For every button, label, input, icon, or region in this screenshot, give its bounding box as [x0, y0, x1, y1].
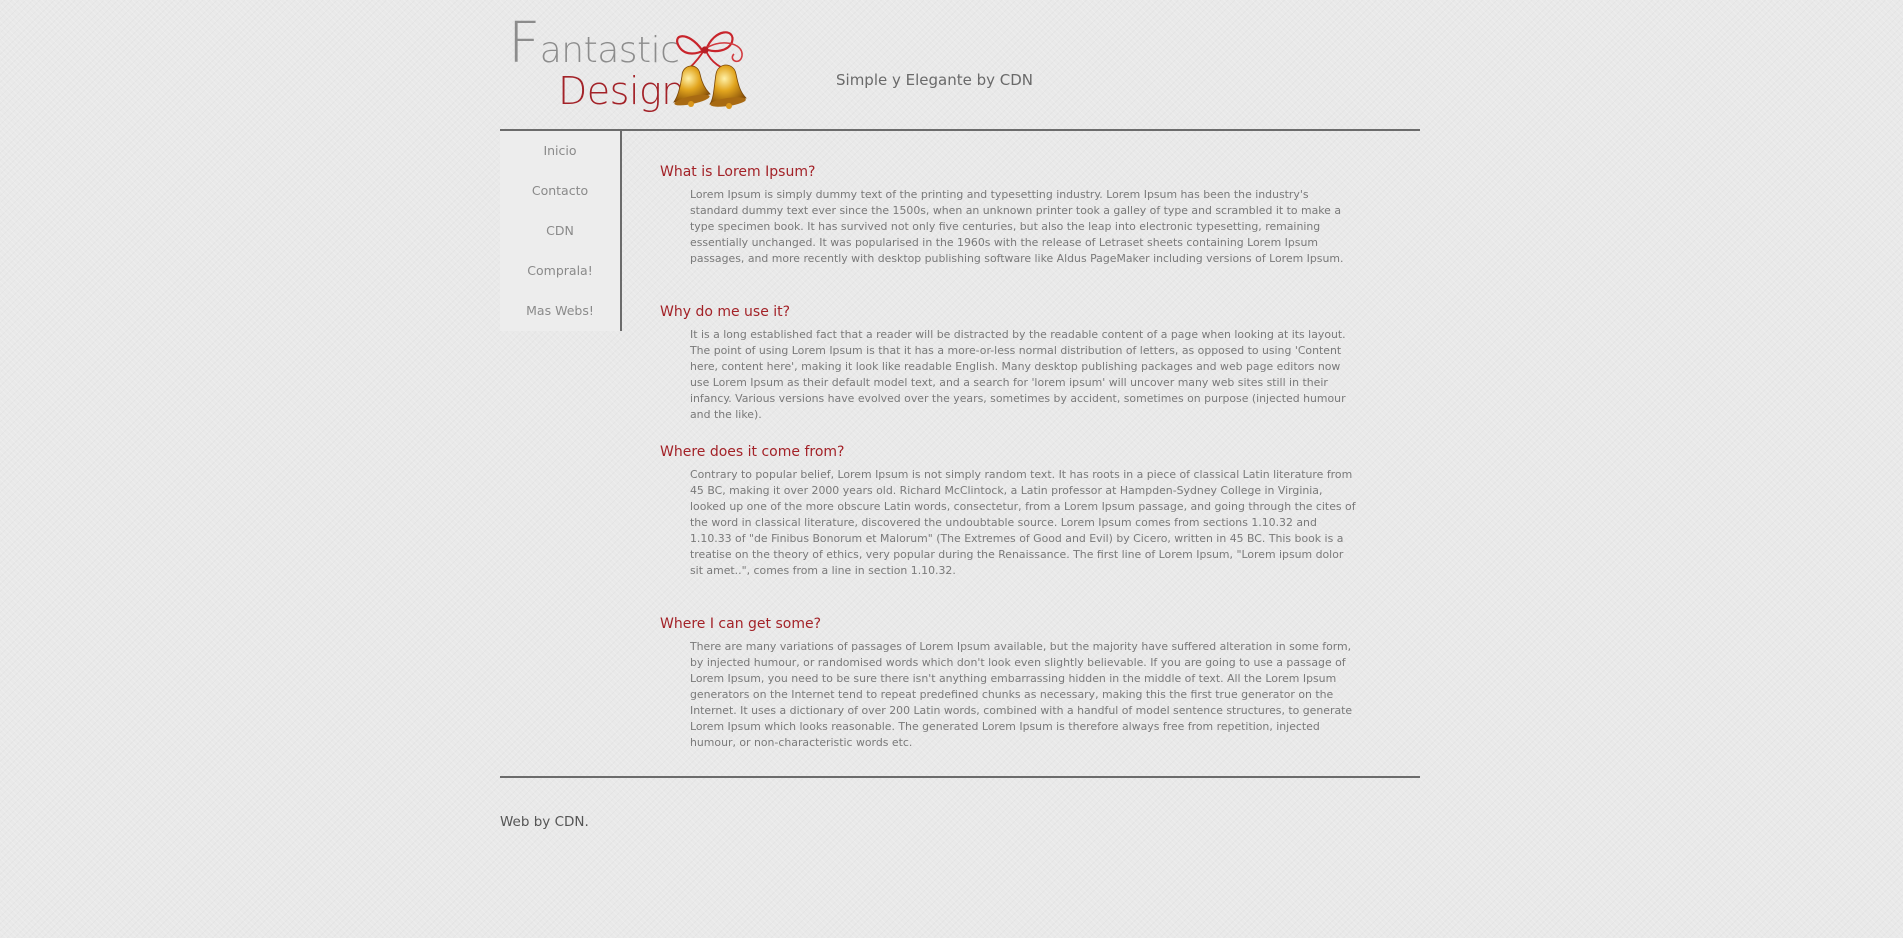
section-paragraph: Lorem Ipsum is simply dummy text of the … — [690, 188, 1344, 265]
header-divider — [500, 129, 1420, 131]
christmas-bells-icon — [673, 31, 747, 109]
nav-item-comprala[interactable]: Comprala! — [500, 251, 620, 291]
section-why-use-it: Why do me use it? It is a long establish… — [660, 300, 1358, 423]
section-heading: Why do me use it? — [660, 304, 791, 320]
nav-item-mas-webs[interactable]: Mas Webs! — [500, 291, 620, 331]
section-what-is-lorem-ipsum: What is Lorem Ipsum? Lorem Ipsum is simp… — [660, 160, 1358, 267]
site-footer: Web by CDN. — [500, 814, 589, 830]
logo-word-fantastic: Fantastic — [508, 11, 680, 76]
section-paragraph: It is a long established fact that a rea… — [690, 328, 1346, 421]
site-logo[interactable]: Fantastic Design — [508, 16, 748, 124]
site-header: Fantastic Design Simple y Elegante by CD… — [500, 10, 1420, 130]
nav-item-cdn[interactable]: CDN — [500, 211, 620, 251]
footer-divider — [500, 776, 1420, 778]
sidebar-nav: Inicio Contacto CDN Comprala! Mas Webs! — [500, 131, 622, 331]
nav-item-inicio[interactable]: Inicio — [500, 131, 620, 171]
section-heading: What is Lorem Ipsum? — [660, 164, 816, 180]
nav-item-contacto[interactable]: Contacto — [500, 171, 620, 211]
site-tagline: Simple y Elegante by CDN — [836, 71, 1034, 89]
section-heading: Where I can get some? — [660, 616, 821, 632]
section-paragraph: Contrary to popular belief, Lorem Ipsum … — [690, 468, 1356, 577]
section-heading: Where does it come from? — [660, 444, 845, 460]
section-where-get-some: Where I can get some? There are many var… — [660, 612, 1358, 751]
section-paragraph: There are many variations of passages of… — [690, 640, 1353, 749]
section-where-from: Where does it come from? Contrary to pop… — [660, 440, 1358, 579]
